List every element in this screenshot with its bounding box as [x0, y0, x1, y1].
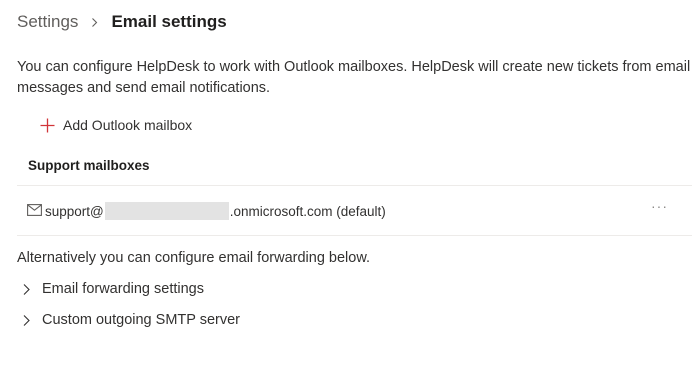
alternative-forwarding-text: Alternatively you can configure email fo… — [17, 250, 371, 266]
support-mailboxes-heading: Support mailboxes — [28, 158, 150, 173]
mailbox-row[interactable]: support@ .onmicrosoft.com (default) ··· — [17, 186, 692, 235]
add-outlook-mailbox-label: Add Outlook mailbox — [63, 117, 193, 133]
page-title: Email settings — [111, 12, 227, 31]
add-outlook-mailbox-button[interactable]: Add Outlook mailbox — [40, 117, 192, 133]
mailbox-address-suffix: .onmicrosoft.com (default) — [229, 203, 386, 219]
breadcrumb-settings-link[interactable]: Settings — [17, 12, 78, 32]
chevron-right-icon — [23, 283, 30, 295]
custom-smtp-server-expander[interactable]: Custom outgoing SMTP server — [22, 312, 240, 328]
mailbox-address: support@ .onmicrosoft.com (default) — [45, 202, 386, 220]
email-forwarding-settings-expander[interactable]: Email forwarding settings — [22, 281, 204, 297]
more-options-button[interactable]: ··· — [651, 198, 668, 214]
chevron-right-icon — [23, 314, 30, 326]
mail-icon — [27, 204, 42, 216]
chevron-right-icon — [92, 17, 98, 27]
redacted-domain — [104, 202, 229, 220]
divider — [17, 235, 692, 236]
page-description: You can configure HelpDesk to work with … — [17, 59, 691, 96]
breadcrumb: Settings Email settings — [17, 12, 227, 32]
mailbox-address-prefix: support@ — [45, 203, 104, 219]
custom-smtp-server-label: Custom outgoing SMTP server — [42, 312, 240, 328]
plus-icon — [40, 118, 55, 132]
email-forwarding-settings-label: Email forwarding settings — [42, 281, 204, 297]
